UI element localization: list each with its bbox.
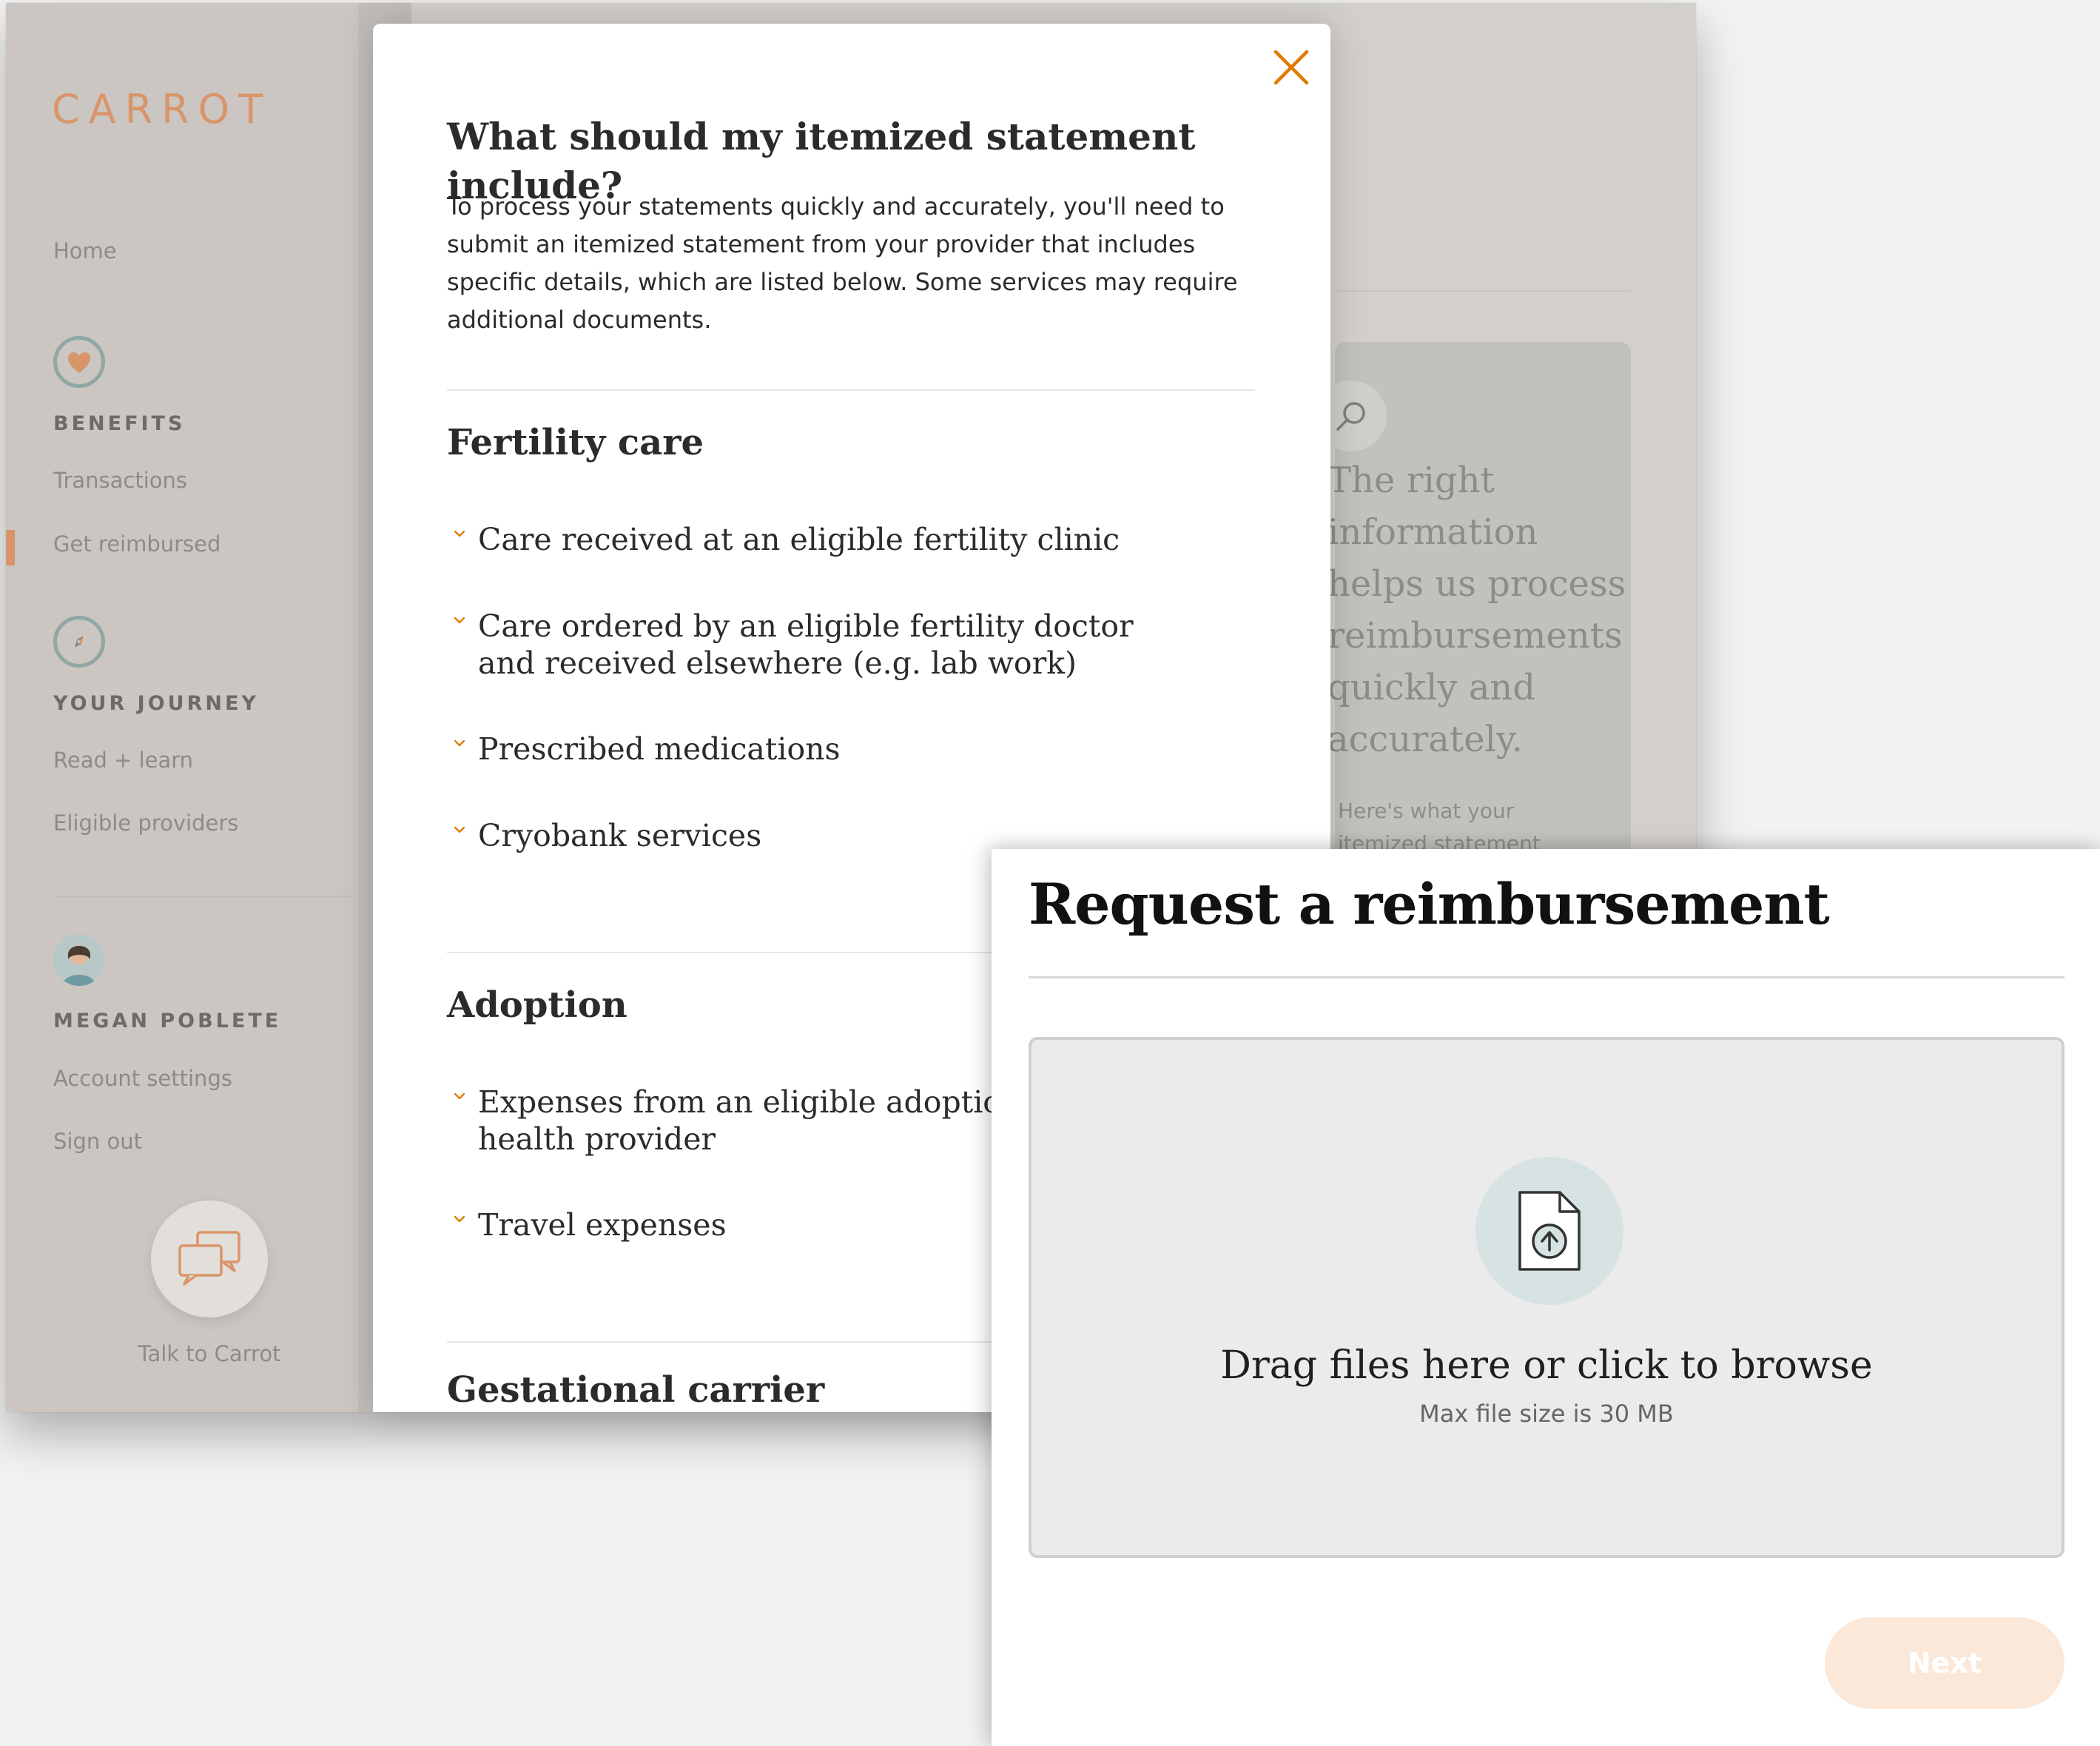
- nav-eligible-providers[interactable]: Eligible providers: [53, 810, 238, 836]
- user-heading: MEGAN POBLETE: [53, 1010, 282, 1033]
- file-upload-icon: [1518, 1191, 1581, 1271]
- chevron-down-icon: [454, 1215, 465, 1223]
- close-icon: [1273, 50, 1309, 85]
- section-title-gestational-carrier: Gestational carrier: [447, 1369, 825, 1411]
- dropzone-hint: Max file size is 30 MB: [1419, 1400, 1674, 1428]
- sidebar: CARROT Home BENEFITS Transactions Get re…: [6, 3, 358, 1412]
- carrot-logo[interactable]: CARROT: [52, 86, 272, 132]
- nav-transactions[interactable]: Transactions: [53, 468, 187, 493]
- section-title-fertility-care: Fertility care: [447, 422, 704, 463]
- list-item-label: Cryobank services: [478, 818, 762, 853]
- list-item[interactable]: Prescribed medications: [447, 731, 1276, 768]
- info-card-text: The right information helps us process r…: [1327, 460, 1626, 760]
- list-item-label: Care received at an eligible fertility c…: [478, 522, 1120, 557]
- panel-title: Request a reimbursement: [1029, 871, 1830, 937]
- list-item[interactable]: Care ordered by an eligible fertility do…: [447, 608, 1276, 682]
- list-item[interactable]: Care received at an eligible fertility c…: [447, 521, 1276, 558]
- compass-icon: [53, 616, 105, 668]
- next-button[interactable]: Next: [1825, 1617, 2064, 1709]
- nav-sign-out[interactable]: Sign out: [53, 1129, 142, 1154]
- chevron-down-icon: [454, 826, 465, 833]
- active-indicator: [6, 530, 15, 565]
- panel-divider: [1029, 976, 2064, 978]
- sidebar-divider: [53, 896, 355, 897]
- chat-bubbles-icon: [178, 1231, 240, 1286]
- request-reimbursement-panel: Request a reimbursement Drag files here …: [992, 849, 2100, 1746]
- heart-icon: [53, 336, 105, 388]
- list-item-label: Care ordered by an eligible fertility do…: [478, 608, 1134, 681]
- chevron-down-icon: [454, 739, 465, 747]
- section-divider: [447, 389, 1255, 391]
- list-item-label: Prescribed medications: [478, 731, 841, 767]
- list-item-label: Travel expenses: [478, 1207, 727, 1243]
- avatar[interactable]: [53, 934, 105, 986]
- benefits-heading: BENEFITS: [53, 412, 186, 435]
- nav-account-settings[interactable]: Account settings: [53, 1066, 232, 1091]
- main-divider: [1335, 290, 1631, 292]
- chevron-down-icon: [454, 617, 465, 624]
- nav-read-learn[interactable]: Read + learn: [53, 748, 193, 773]
- chevron-down-icon: [454, 1092, 465, 1100]
- chevron-down-icon: [454, 530, 465, 537]
- chat-button[interactable]: [151, 1201, 268, 1317]
- journey-heading: YOUR JOURNEY: [53, 692, 259, 715]
- chat-label[interactable]: Talk to Carrot: [102, 1341, 317, 1366]
- section-title-adoption: Adoption: [447, 984, 627, 1026]
- upload-badge: [1475, 1157, 1623, 1305]
- close-button[interactable]: [1267, 43, 1316, 92]
- nav-home[interactable]: Home: [53, 238, 117, 263]
- modal-intro: To process your statements quickly and a…: [447, 192, 1238, 334]
- dropzone-title: Drag files here or click to browse: [1220, 1343, 1873, 1388]
- nav-get-reimbursed[interactable]: Get reimbursed: [53, 531, 221, 557]
- file-dropzone[interactable]: Drag files here or click to browse Max f…: [1029, 1037, 2064, 1558]
